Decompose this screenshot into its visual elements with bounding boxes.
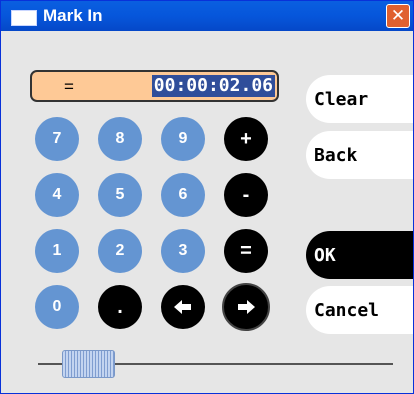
clear-button[interactable]: Clear — [306, 75, 413, 123]
mark-in-dialog: Mark In ✕ = 00:00:02.06 7 8 9 + 4 5 6 - … — [0, 0, 414, 394]
key-5[interactable]: 5 — [98, 173, 142, 217]
key-4[interactable]: 4 — [35, 173, 79, 217]
back-button[interactable]: Back — [306, 131, 413, 179]
jog-slider-thumb[interactable] — [62, 350, 115, 378]
display-timecode[interactable]: 00:00:02.06 — [151, 75, 275, 97]
key-minus[interactable]: - — [224, 173, 268, 217]
window-icon — [11, 10, 37, 26]
key-3[interactable]: 3 — [161, 229, 205, 273]
key-dot[interactable]: . — [98, 285, 142, 329]
key-plus[interactable]: + — [224, 117, 268, 161]
key-7[interactable]: 7 — [35, 117, 79, 161]
timecode-display[interactable]: = 00:00:02.06 — [30, 70, 279, 102]
cancel-button[interactable]: Cancel — [306, 286, 413, 334]
arrow-right-button[interactable] — [222, 283, 270, 331]
close-button[interactable]: ✕ — [386, 4, 410, 28]
close-icon: ✕ — [390, 6, 406, 26]
key-0[interactable]: 0 — [35, 285, 79, 329]
arrow-left-button[interactable] — [161, 285, 205, 329]
title-bar[interactable]: Mark In ✕ — [1, 1, 413, 31]
window-title: Mark In — [43, 6, 103, 25]
key-equals[interactable]: = — [224, 229, 268, 273]
key-9[interactable]: 9 — [161, 117, 205, 161]
key-1[interactable]: 1 — [35, 229, 79, 273]
display-operator: = — [64, 77, 74, 96]
key-8[interactable]: 8 — [98, 117, 142, 161]
arrow-right-icon — [238, 300, 255, 314]
ok-button[interactable]: OK — [306, 231, 413, 279]
key-6[interactable]: 6 — [161, 173, 205, 217]
key-2[interactable]: 2 — [98, 229, 142, 273]
arrow-left-icon — [174, 300, 191, 314]
